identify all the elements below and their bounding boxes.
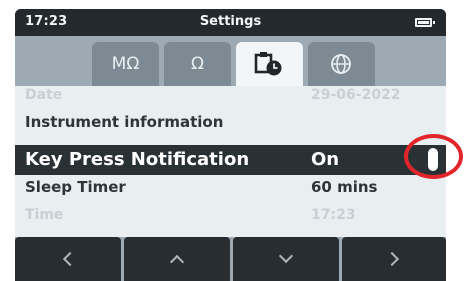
chevron-down-icon (278, 248, 294, 264)
chevron-up-icon (169, 254, 185, 270)
settings-row-label: Sleep Timer (25, 178, 126, 196)
settings-row-value: 17:23 (311, 207, 356, 223)
tab-ohm[interactable]: Ω (164, 42, 231, 86)
settings-row-value: 60 mins (311, 178, 378, 196)
chevron-left-icon (62, 251, 78, 267)
tab-ohm-label: Ω (191, 54, 204, 74)
tab-megaohm[interactable]: MΩ (92, 42, 159, 86)
tab-bar: MΩ Ω (15, 36, 446, 86)
chevron-right-icon (384, 251, 400, 267)
tab-megaohm-label: MΩ (111, 54, 140, 74)
navigation-bar (15, 237, 446, 281)
settings-row-sleep-timer[interactable]: Sleep Timer 60 mins (15, 176, 446, 200)
nav-up-button[interactable] (124, 237, 230, 281)
settings-row-value: 29-06-2022 (311, 87, 401, 103)
settings-row-label: Key Press Notification (25, 149, 250, 170)
device-screen: 17:23 Settings MΩ Ω Date 29-06-2022 Inst… (15, 9, 446, 281)
status-bar: 17:23 Settings (15, 9, 446, 36)
settings-row-key-press-notification[interactable]: Key Press Notification On (15, 145, 446, 175)
nav-right-button[interactable] (342, 237, 446, 281)
settings-row-label: Date (25, 87, 63, 103)
page-title: Settings (199, 14, 262, 29)
settings-row-label: Time (25, 207, 64, 223)
battery-icon (415, 18, 435, 27)
highlight-circle (404, 134, 463, 179)
globe-icon (331, 54, 351, 74)
tab-globe[interactable] (308, 42, 375, 86)
clipboard-clock-icon (254, 52, 282, 76)
settings-row-date[interactable]: Date 29-06-2022 (15, 86, 446, 107)
settings-row-instrument-information[interactable]: Instrument information (15, 109, 446, 135)
tab-settings[interactable] (236, 42, 303, 86)
settings-list: Date 29-06-2022 Instrument information K… (15, 86, 446, 237)
settings-row-label: Instrument information (25, 113, 224, 131)
nav-down-button[interactable] (233, 237, 339, 281)
settings-row-value: On (311, 149, 340, 170)
settings-row-time[interactable]: Time 17:23 (15, 204, 446, 226)
nav-left-button[interactable] (15, 237, 121, 281)
